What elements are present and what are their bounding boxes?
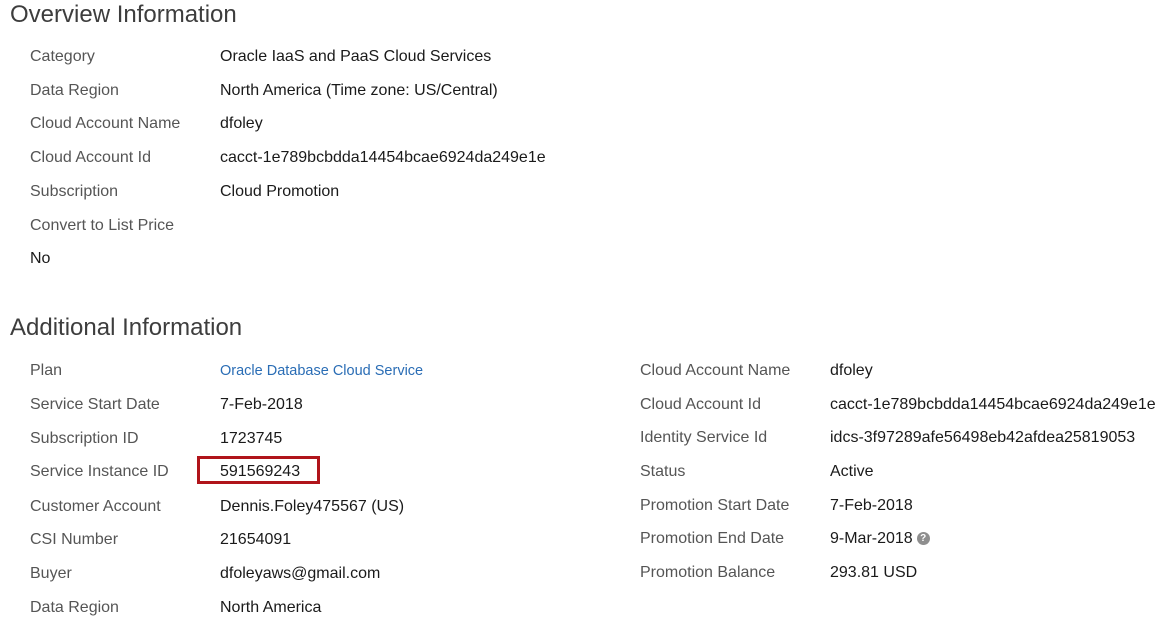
help-icon[interactable]: ? [916, 532, 930, 545]
row-value: dfoleyaws@gmail.com [220, 565, 381, 582]
row-value: dfoley [830, 362, 873, 379]
additional-row-promotion-end-date: Promotion End Date 9-Mar-2018? [640, 527, 1160, 551]
overview-row-convert-label: Convert to List Price [30, 214, 430, 238]
row-label: Promotion End Date [640, 530, 785, 547]
row-value-text: 9-Mar-2018 [830, 530, 913, 547]
row-label: Data Region [30, 82, 119, 99]
row-label: Service Start Date [30, 396, 160, 413]
additional-row-data-region: Data Region North America [30, 596, 610, 620]
row-label: Promotion Start Date [640, 497, 790, 514]
row-value: North America [220, 599, 322, 616]
row-value: Dennis.Foley475567 (US) [220, 498, 405, 515]
overview-row-data-region: Data Region North America (Time zone: US… [30, 79, 730, 103]
additional-title: Additional Information [10, 314, 243, 341]
row-label: Subscription [30, 183, 119, 200]
row-label: Cloud Account Id [30, 149, 151, 166]
row-label: Category [30, 48, 95, 65]
row-value: 7-Feb-2018 [220, 396, 303, 413]
row-label: CSI Number [30, 531, 119, 548]
overview-row-category: Category Oracle IaaS and PaaS Cloud Serv… [30, 45, 730, 69]
overview-title: Overview Information [10, 1, 237, 28]
row-label: Buyer [30, 565, 72, 582]
status-value: Active [830, 463, 874, 480]
row-label: Subscription ID [30, 430, 139, 447]
convert-label: Convert to List Price [30, 217, 175, 234]
row-value: Cloud Promotion [220, 183, 340, 200]
promotion-end-value: 9-Mar-2018? [830, 527, 930, 551]
overview-row-cloud-account-name: Cloud Account Name dfoley [30, 112, 730, 136]
additional-row-service-instance-id: Service Instance ID 591569243 [30, 460, 610, 484]
additional-row-csi-number: CSI Number 21654091 [30, 528, 610, 552]
row-value: 1723745 [220, 430, 283, 447]
row-label: Status [640, 463, 686, 480]
row-value: 293.81 USD [830, 564, 918, 581]
plan-link[interactable]: Oracle Database Cloud Service [220, 359, 423, 383]
row-label: Cloud Account Id [640, 396, 761, 413]
row-label: Cloud Account Name [640, 362, 791, 379]
additional-row-customer-account: Customer Account Dennis.Foley475567 (US) [30, 495, 610, 519]
row-label: Promotion Balance [640, 564, 776, 581]
row-value: cacct-1e789bcbdda14454bcae6924da249e1e [830, 396, 1156, 413]
additional-row-promotion-start-date: Promotion Start Date 7-Feb-2018 [640, 494, 1160, 518]
row-label: Plan [30, 362, 63, 379]
row-label: Service Instance ID [30, 463, 169, 480]
row-value: cacct-1e789bcbdda14454bcae6924da249e1e [220, 149, 546, 166]
row-label: Customer Account [30, 498, 161, 515]
row-label: Identity Service Id [640, 429, 768, 446]
row-value: 21654091 [220, 531, 292, 548]
overview-row-convert-value: No [30, 247, 430, 271]
additional-row-cloud-account-name: Cloud Account Name dfoley [640, 359, 1160, 383]
convert-value: No [30, 250, 51, 267]
row-value: dfoley [220, 115, 263, 132]
additional-row-identity-service-id: Identity Service Id idcs-3f97289afe56498… [640, 426, 1160, 450]
row-value: 7-Feb-2018 [830, 497, 913, 514]
additional-row-buyer: Buyer dfoleyaws@gmail.com [30, 562, 610, 586]
row-label: Cloud Account Name [30, 115, 181, 132]
additional-row-cloud-account-id: Cloud Account Id cacct-1e789bcbdda14454b… [640, 393, 1160, 417]
additional-row-service-start-date: Service Start Date 7-Feb-2018 [30, 393, 610, 417]
row-value: Oracle IaaS and PaaS Cloud Services [220, 48, 492, 65]
row-value: idcs-3f97289afe56498eb42afdea25819053 [830, 429, 1136, 446]
page: Overview Information Category Oracle Iaa… [0, 0, 1165, 625]
overview-row-subscription: Subscription Cloud Promotion [30, 180, 730, 204]
additional-row-subscription-id: Subscription ID 1723745 [30, 427, 610, 451]
overview-row-cloud-account-id: Cloud Account Id cacct-1e789bcbdda14454b… [30, 146, 730, 170]
additional-row-status: Status Active [640, 460, 1160, 484]
row-value: North America (Time zone: US/Central) [220, 82, 498, 99]
additional-row-promotion-balance: Promotion Balance 293.81 USD [640, 561, 1160, 585]
additional-row-plan: Plan Oracle Database Cloud Service [30, 359, 610, 383]
row-label: Data Region [30, 599, 119, 616]
service-instance-highlight-box [197, 456, 320, 484]
